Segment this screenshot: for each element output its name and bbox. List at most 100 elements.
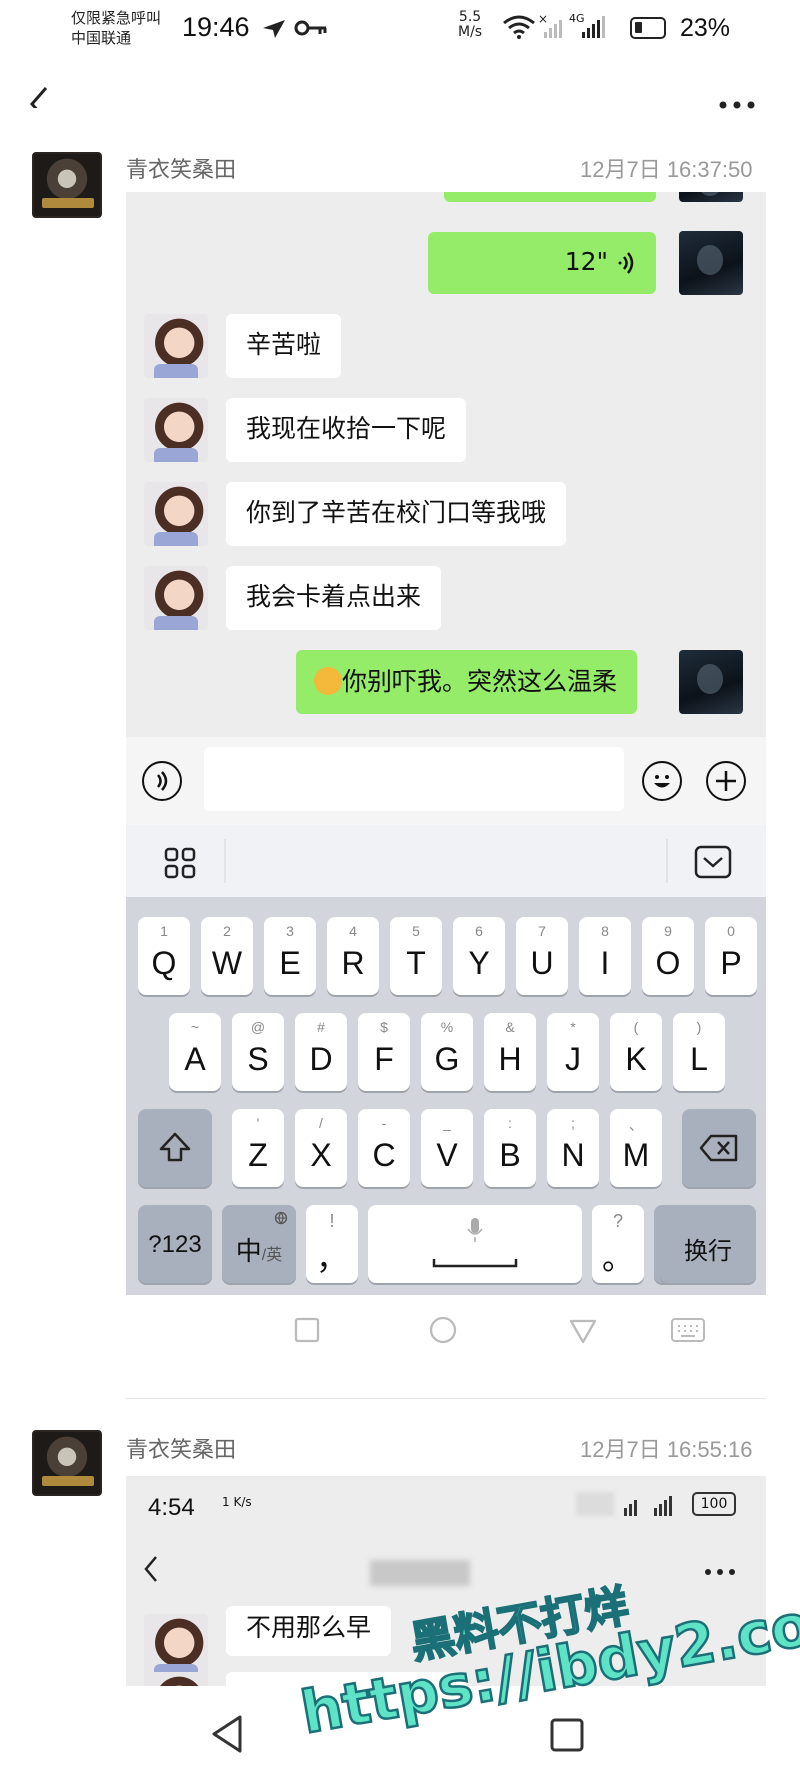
message-bubble[interactable]: 辛苦啦	[226, 314, 342, 378]
post-time: 12月7日 16:55:16	[580, 1437, 753, 1462]
message-bubble: 不用那么早	[226, 1606, 392, 1656]
add-more-button[interactable]	[706, 761, 746, 801]
contact-avatar[interactable]	[144, 398, 208, 462]
chat-input-bar	[126, 737, 766, 825]
key-h[interactable]: & H	[484, 1013, 536, 1091]
voice-input-button[interactable]	[142, 761, 182, 801]
space-key[interactable]	[368, 1205, 582, 1283]
key-label: K	[625, 1041, 647, 1077]
home-circle-icon[interactable]	[428, 1315, 458, 1345]
shift-arrow-icon	[159, 1132, 191, 1162]
key-k[interactable]: (K	[610, 1013, 662, 1091]
key-d[interactable]: # D	[295, 1013, 347, 1091]
key-label: R	[341, 945, 365, 981]
key-u[interactable]: 7U	[516, 917, 568, 995]
key-label: E	[279, 945, 301, 981]
nav-back-icon[interactable]	[210, 1714, 244, 1754]
key-n[interactable]: ; N	[547, 1109, 599, 1187]
delete-key[interactable]	[682, 1109, 756, 1187]
message-bubble[interactable]: 我会卡着点出来	[226, 566, 442, 630]
contact-avatar[interactable]	[144, 482, 208, 546]
speed-value: 5.5	[458, 9, 482, 25]
back-arrow-icon[interactable]	[26, 84, 50, 108]
key-a[interactable]: ~ A	[169, 1013, 221, 1091]
key-z[interactable]: ' Z	[232, 1109, 284, 1187]
key-sub-label: )	[696, 1019, 702, 1035]
more-options-icon[interactable]	[718, 100, 758, 110]
poster-name[interactable]: 青衣笑桑田	[126, 152, 236, 184]
key-sub-label: 7	[538, 923, 546, 939]
shift-key[interactable]	[138, 1109, 212, 1187]
emoji-button[interactable]	[642, 761, 682, 801]
keyboard-icon[interactable]	[670, 1317, 706, 1343]
key-label: J	[565, 1041, 581, 1077]
key-sub-label: 9	[664, 923, 672, 939]
self-avatar[interactable]	[679, 650, 743, 714]
key-m[interactable]: 、 M	[610, 1109, 662, 1187]
key-e[interactable]: 3E	[264, 917, 316, 995]
key-q[interactable]: 1Q	[138, 917, 190, 995]
message-bubble-sent[interactable]: 你别吓我。突然这么温柔	[296, 650, 638, 714]
key-v[interactable]: _ V	[421, 1109, 473, 1187]
message-bubble[interactable]: 你到了辛苦在校门口等我哦	[226, 482, 567, 546]
poster-name[interactable]: 青衣笑桑田	[126, 1432, 236, 1464]
key-sub-label: 2	[223, 923, 231, 939]
key-p[interactable]: 0P	[705, 917, 757, 995]
key-g[interactable]: % G	[421, 1013, 473, 1091]
voice-message[interactable]: 12"	[428, 232, 656, 294]
comma-key[interactable]: !，	[306, 1205, 358, 1283]
key-o[interactable]: 9O	[642, 917, 694, 995]
microphone-icon	[467, 1218, 483, 1242]
carrier-name: 中国联通	[71, 29, 132, 47]
recents-square-icon[interactable]	[294, 1317, 320, 1343]
self-avatar[interactable]	[679, 231, 743, 295]
post-divider	[126, 1398, 766, 1399]
voice-icon	[156, 771, 168, 791]
key-w[interactable]: 2W	[201, 917, 253, 995]
key-l[interactable]: ) L	[673, 1013, 725, 1091]
carrier-emergency-text: 仅限紧急呼叫	[71, 9, 162, 27]
key-i[interactable]: 8I	[579, 917, 631, 995]
key-label: L	[690, 1041, 708, 1077]
key-label: Q	[151, 945, 177, 981]
key-label: V	[436, 1137, 458, 1173]
key-sub-label: 5	[412, 923, 420, 939]
key-x[interactable]: / X	[295, 1109, 347, 1187]
key-label: P	[720, 945, 742, 981]
message-bubble[interactable]: 我现在收拾一下呢	[226, 398, 467, 462]
battery-icon	[630, 17, 666, 39]
nav-recents-icon[interactable]	[550, 1718, 584, 1752]
key-t[interactable]: 5T	[390, 917, 442, 995]
blurred-region	[576, 1492, 614, 1516]
back-triangle-icon[interactable]	[568, 1317, 598, 1345]
enter-key[interactable]: 换行	[660, 1205, 756, 1283]
contact-avatar[interactable]	[144, 314, 208, 378]
key-s[interactable]: @ S	[232, 1013, 284, 1091]
message-input[interactable]	[204, 747, 624, 811]
poster-avatar[interactable]	[32, 152, 102, 218]
signal-icon	[582, 16, 605, 38]
battery-percent: 23%	[680, 14, 731, 42]
language-switch-key[interactable]: 中/英	[222, 1205, 296, 1283]
key-f[interactable]: $ F	[358, 1013, 410, 1091]
key-b[interactable]: :B	[484, 1109, 536, 1187]
key-c[interactable]: -C	[358, 1109, 410, 1187]
contact-avatar[interactable]	[144, 566, 208, 630]
chat-screenshot[interactable]: 12" 辛苦啦 我现在收拾一下呢 你到了辛苦在校门口等我哦 我会卡着点出来 你别…	[126, 192, 766, 737]
key-label: O	[655, 945, 681, 981]
key-sub-label: 6	[475, 923, 483, 939]
numbers-key[interactable]: ?123	[138, 1205, 212, 1283]
period-key[interactable]: ?。	[592, 1205, 644, 1283]
key-y[interactable]: 6Y	[453, 917, 505, 995]
key-sub-label: -	[381, 1115, 387, 1131]
apps-grid-icon[interactable]	[164, 847, 196, 879]
key-label: W	[211, 945, 243, 981]
location-arrow-icon	[263, 20, 285, 38]
key-sub-label: '	[256, 1115, 260, 1131]
blurred-title	[370, 1560, 470, 1586]
poster-avatar[interactable]	[32, 1430, 102, 1496]
hide-keyboard-icon[interactable]	[694, 845, 732, 879]
key-j[interactable]: * J	[547, 1013, 599, 1091]
key-r[interactable]: 4R	[327, 917, 379, 995]
key-sub-label: 4	[349, 923, 357, 939]
